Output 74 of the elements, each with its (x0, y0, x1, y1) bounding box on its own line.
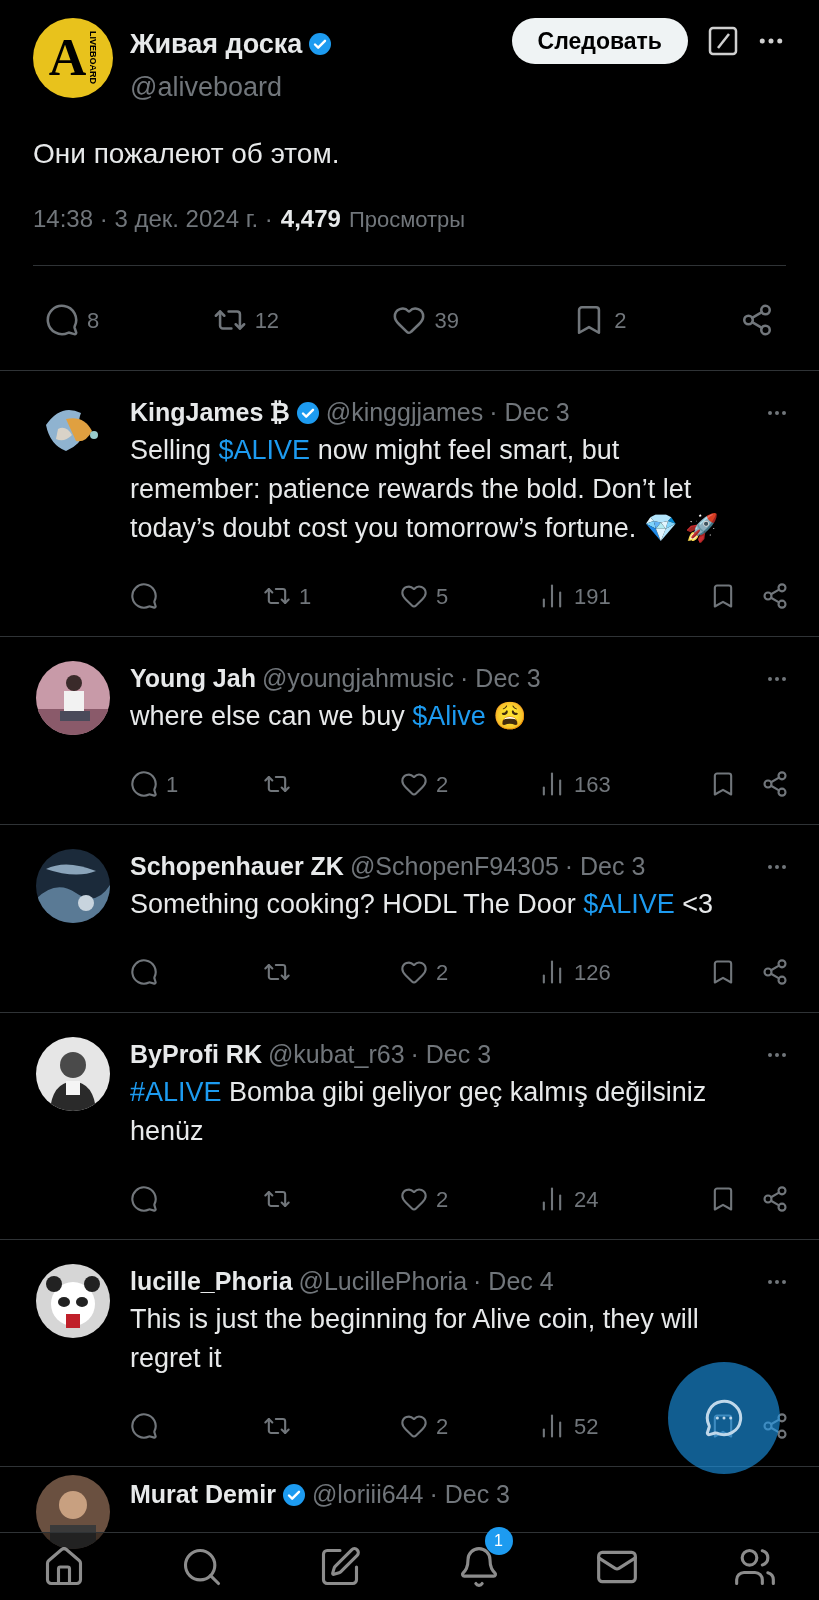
reply-button[interactable] (130, 1185, 158, 1213)
reply-text: #ALIVE Bomba gibi geliyor geç kalmış değilsiniz henüz (130, 1076, 708, 1148)
author-name: Живая доска (130, 28, 303, 61)
views-count: 163 (574, 770, 611, 799)
reply-icon (130, 1185, 158, 1213)
views-count: 4,479 (280, 204, 341, 234)
share-button[interactable] (761, 770, 789, 798)
reply-count: 8 (87, 306, 100, 335)
views-count: 24 (574, 1185, 599, 1214)
reply-button[interactable] (130, 770, 158, 798)
reply-date: · Dec 3 (410, 1039, 492, 1071)
author-handle: @aliveboard (130, 70, 283, 104)
reply-author-name: KingJames (130, 397, 264, 429)
chat-bubble-icon (704, 1398, 744, 1438)
share-icon (761, 770, 789, 798)
share-icon (761, 1185, 789, 1213)
share-icon (761, 1412, 789, 1440)
reply-handle: @loriii644 (311, 1479, 424, 1511)
share-icon (761, 582, 789, 610)
reply-author-name: Schopenhauer ZK (130, 851, 344, 883)
share-icon (761, 958, 789, 986)
reply-text: Something cooking? HODL The Door $ALIVE <3 (130, 888, 715, 921)
like-count: 2 (436, 1185, 449, 1214)
post-text: Они пожалеют об этом. (33, 137, 341, 171)
reply-author-name: lucille_Phoria (130, 1266, 293, 1298)
views-label: Просмотры (348, 206, 466, 234)
like-count: 5 (436, 582, 449, 611)
reply-date: · Dec 3 (460, 663, 541, 695)
reply-date: · Dec 4 (473, 1266, 554, 1298)
views-count: 52 (574, 1412, 599, 1441)
reply-count: 1 (166, 770, 179, 799)
reply-icon (130, 582, 158, 610)
reply-button[interactable] (130, 958, 158, 986)
reply-icon (130, 1412, 158, 1440)
share-button[interactable] (761, 1185, 789, 1213)
reply-icon (130, 958, 158, 986)
views-count: 126 (574, 958, 611, 987)
share-button[interactable] (761, 1412, 789, 1440)
reply-button[interactable] (130, 1412, 158, 1440)
share-button[interactable] (761, 582, 789, 610)
repost-count: 1 (299, 582, 312, 611)
author-symbol: ₿ (269, 397, 290, 429)
reply-handle: @SchopenF94305 (349, 851, 559, 883)
reply-date: · Dec 3 (429, 1479, 510, 1511)
reply-text: where else can we buy $Alive 😩 (130, 700, 529, 733)
logo-letter: A (48, 32, 87, 84)
like-count: 2 (436, 958, 449, 987)
like-count: 2 (436, 770, 449, 799)
post-timestamp: 14:38 · 3 дек. 2024 г. · (33, 204, 273, 234)
bookmark-count: 2 (614, 306, 627, 335)
notification-badge: 1 (484, 1526, 513, 1555)
reply-date: · Dec 3 (489, 397, 570, 429)
reply-date: · Dec 3 (564, 851, 646, 883)
reply-button[interactable] (130, 582, 158, 610)
reply-text: This is just the beginning for Alive coin, they will regret it (130, 1303, 700, 1375)
reply-handle: @LucillePhoria (298, 1266, 468, 1298)
reply-author-name: ByProfi RK (130, 1039, 262, 1071)
reply-handle: @kubat_r63 (267, 1039, 405, 1071)
repost-count: 12 (254, 306, 280, 335)
reply-author-name: Young Jah (130, 663, 256, 695)
logo-word: LIVEBOARD (88, 31, 98, 85)
reply-text: Selling $ALIVE now might feel smart, but remember: patience rewards the bold. Don’t let today’s doubt cost you tomorrow’s fortune. 💎 🚀 (130, 434, 721, 545)
reply-icon (45, 303, 79, 337)
like-count: 2 (436, 1412, 449, 1441)
like-count: 39 (434, 306, 459, 335)
reply-author-name: Murat Demir (130, 1479, 276, 1511)
reply-handle: @kinggjjames (325, 397, 484, 429)
reply-handle: @youngjahmusic (261, 663, 455, 695)
share-button[interactable] (761, 958, 789, 986)
views-count: 191 (574, 582, 611, 611)
follow-button[interactable]: Следовать (511, 18, 688, 64)
edit-icon[interactable] (708, 26, 738, 56)
reply-icon (130, 770, 158, 798)
reply-button[interactable] (45, 303, 79, 337)
